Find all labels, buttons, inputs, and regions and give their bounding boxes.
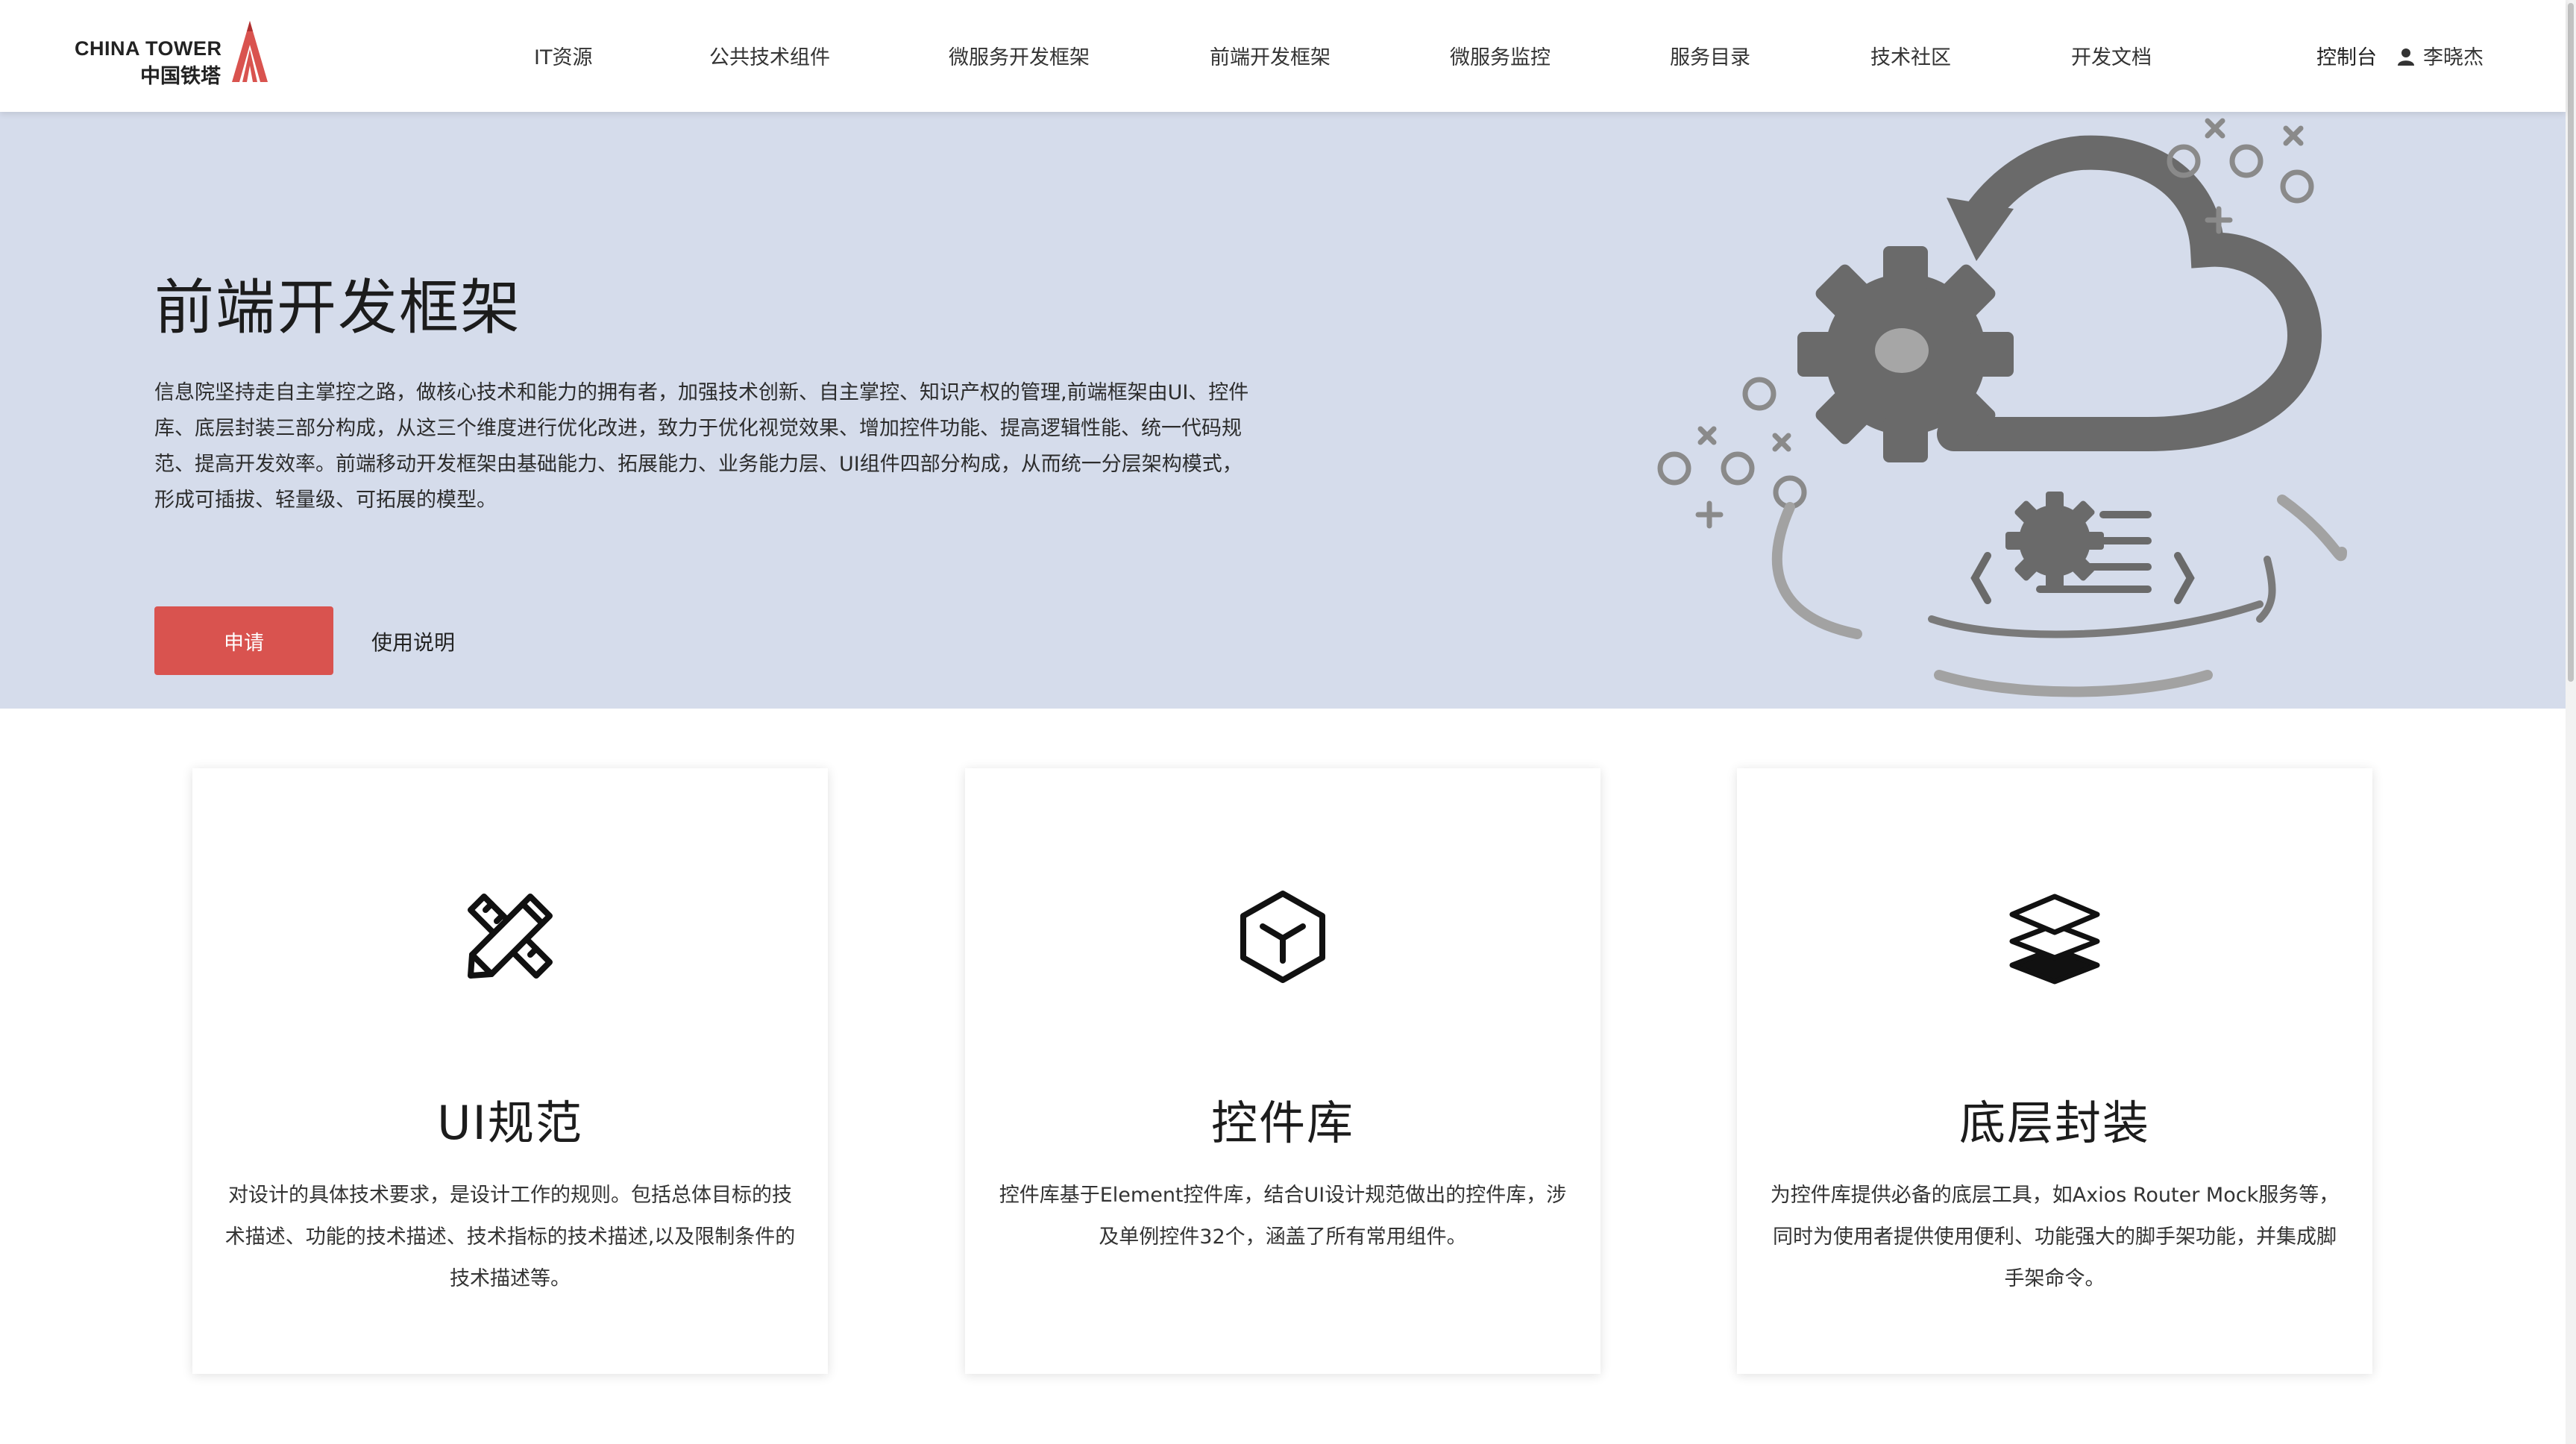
nav-item-common-components[interactable]: 公共技术组件 [709, 41, 830, 70]
page-title: 前端开发框架 [154, 273, 521, 342]
cloud-gear-icon [1657, 118, 2347, 697]
card-description: 控件库基于Element控件库，结合UI设计规范做出的控件库，涉及单例控件32个… [999, 1184, 1567, 1249]
feature-card-ui-spec[interactable]: UI规范 对设计的具体技术要求，是设计工作的规则。包括总体目标的技术描述、功能的… [192, 768, 828, 1374]
page-scrollbar[interactable] [2566, 0, 2576, 1444]
cube-icon [1240, 891, 1325, 983]
scrollbar-thumb[interactable] [2568, 3, 2574, 682]
card-icon-wrap [1737, 888, 2372, 985]
card-title: 底层封装 [1958, 1096, 2150, 1150]
user-menu[interactable]: 李晓杰 [2398, 41, 2484, 70]
top-navbar: CHINA TOWER 中国铁塔 IT资源 公共技术组件 微服务开发框架 前端开… [0, 0, 2566, 112]
card-icon-wrap [192, 888, 828, 985]
card-description: 对设计的具体技术要求，是设计工作的规则。包括总体目标的技术描述、功能的技术描述、… [224, 1184, 796, 1290]
card-description: 为控件库提供必备的底层工具，如Axios Router Mock服务等，同时为使… [1770, 1184, 2340, 1290]
nav-item-microservice-monitor[interactable]: 微服务监控 [1450, 41, 1551, 70]
console-link[interactable]: 控制台 [2316, 41, 2377, 70]
card-icon-wrap [965, 888, 1600, 985]
hero-banner: 前端开发框架 信息院坚持走自主掌控之路，做核心技术和能力的拥有者，加强技术创新、… [0, 112, 2566, 709]
card-title: 控件库 [1210, 1096, 1354, 1150]
nav-item-service-catalog[interactable]: 服务目录 [1670, 41, 1750, 70]
main-nav: IT资源 公共技术组件 微服务开发框架 前端开发框架 微服务监控 服务目录 技术… [0, 0, 2566, 112]
nav-item-microservice-framework[interactable]: 微服务开发框架 [949, 41, 1090, 70]
feature-card-component-library[interactable]: 控件库 控件库基于Element控件库，结合UI设计规范做出的控件库，涉及单例控… [965, 768, 1600, 1374]
nav-item-it-resources[interactable]: IT资源 [534, 41, 592, 70]
nav-item-dev-docs[interactable]: 开发文档 [2071, 41, 2152, 70]
user-icon [2398, 48, 2414, 66]
feature-card-underlying-wrapper[interactable]: 底层封装 为控件库提供必备的底层工具，如Axios Router Mock服务等… [1737, 768, 2372, 1374]
nav-item-frontend-framework[interactable]: 前端开发框架 [1210, 41, 1331, 70]
user-name: 李晓杰 [2423, 46, 2484, 69]
usage-instructions-link[interactable]: 使用说明 [371, 627, 455, 656]
card-title: UI规范 [437, 1096, 583, 1150]
nav-item-tech-community[interactable]: 技术社区 [1870, 41, 1951, 70]
hero-description: 信息院坚持走自主掌控之路，做核心技术和能力的拥有者，加强技术创新、自主掌控、知识… [154, 381, 1249, 512]
apply-button[interactable]: 申请 [154, 606, 333, 675]
layers-icon [2009, 894, 2100, 985]
pencil-ruler-icon [468, 894, 553, 979]
